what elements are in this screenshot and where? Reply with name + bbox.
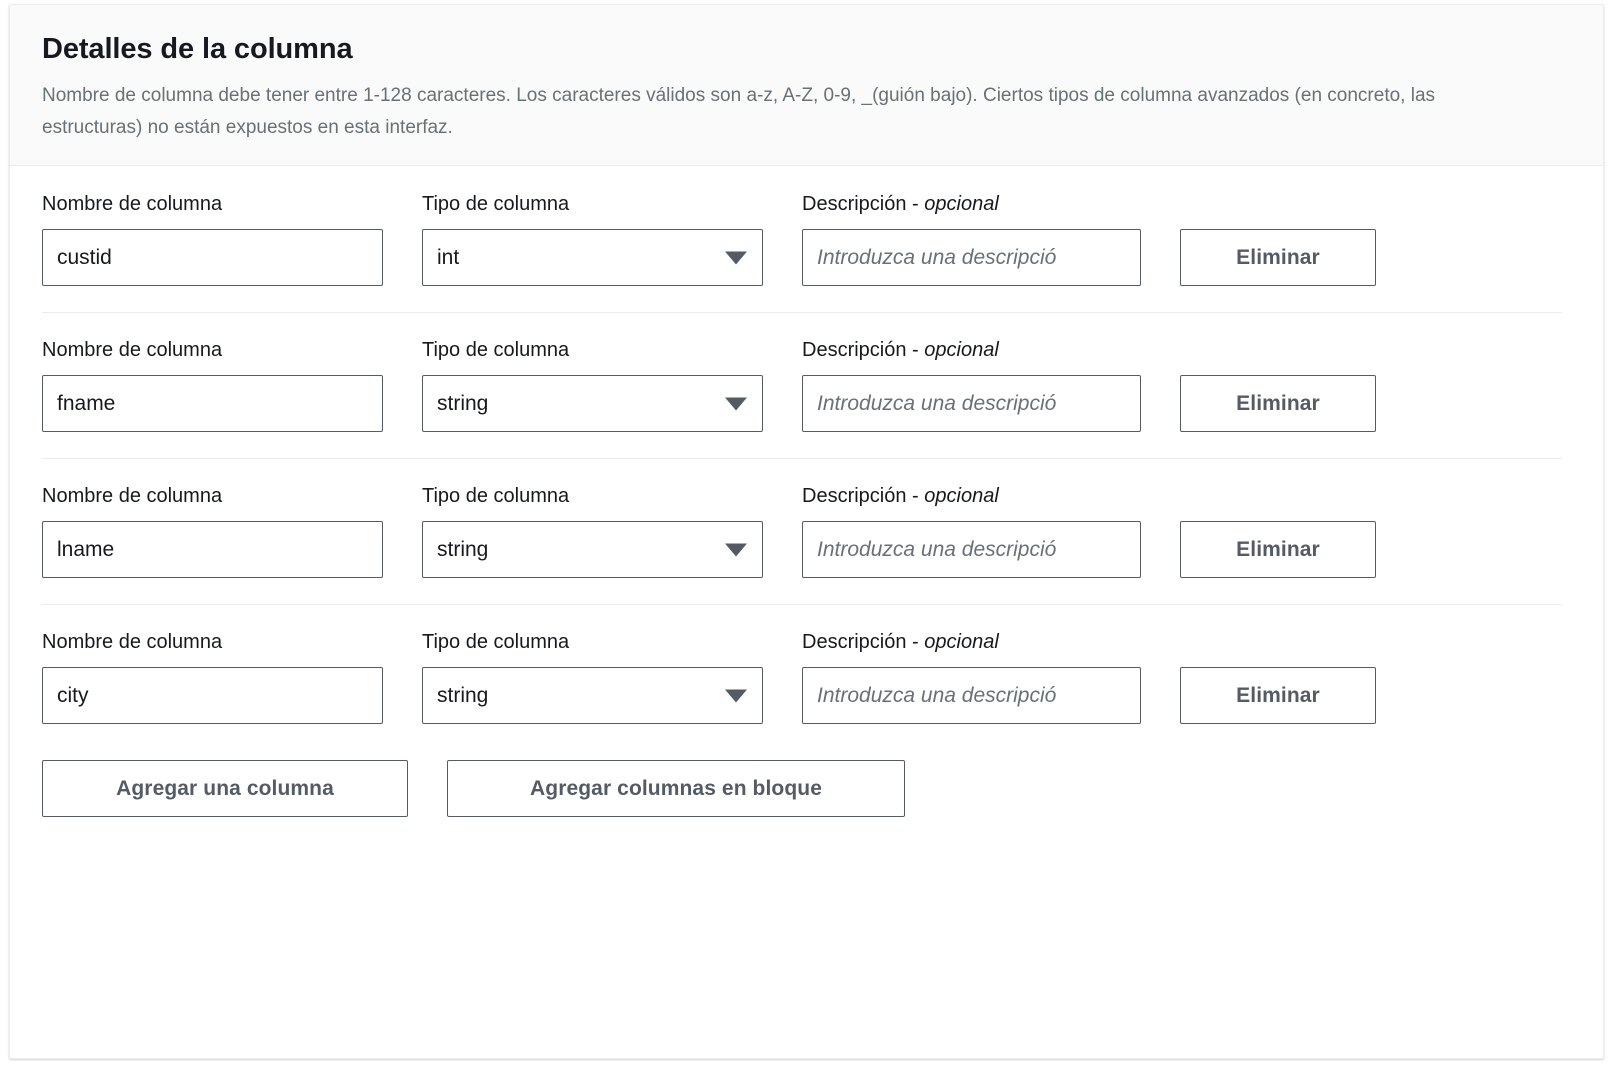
column-description-input[interactable] (802, 521, 1141, 579)
delete-column-button[interactable]: Eliminar (1180, 667, 1376, 725)
column-name-field-group: Nombre de columna (42, 338, 383, 433)
column-name-input[interactable] (42, 667, 383, 725)
column-type-field-group: Tipo de columna string (422, 484, 763, 579)
column-description-label: Descripción - opcional (802, 193, 999, 216)
page-root: Detalles de la columna Nombre de columna… (0, 0, 1614, 1072)
column-description-label: Descripción - opcional (802, 485, 999, 508)
column-details-panel: Detalles de la columna Nombre de columna… (9, 4, 1604, 1059)
column-type-select[interactable]: string (422, 521, 763, 579)
table-row: Nombre de columna Tipo de columna string… (10, 458, 1603, 604)
column-description-field-group: Descripción - opcional (802, 630, 1141, 725)
column-name-input[interactable] (42, 375, 383, 433)
column-type-select[interactable]: string (422, 667, 763, 725)
column-name-label: Nombre de columna (42, 631, 223, 654)
column-type-label: Tipo de columna (422, 485, 570, 508)
panel-header: Detalles de la columna Nombre de columna… (10, 5, 1603, 167)
column-type-select[interactable]: string (422, 375, 763, 433)
column-type-field-group: Tipo de columna int (422, 192, 763, 287)
column-name-input[interactable] (42, 229, 383, 287)
table-row: Nombre de columna Tipo de columna string… (10, 604, 1603, 750)
column-name-field-group: Nombre de columna (42, 484, 383, 579)
table-row: Nombre de columna Tipo de columna int De… (10, 166, 1603, 312)
column-description-field-group: Descripción - opcional (802, 484, 1141, 579)
column-description-input[interactable] (802, 229, 1141, 287)
column-name-label: Nombre de columna (42, 485, 223, 508)
column-description-field-group: Descripción - opcional (802, 192, 1141, 287)
column-type-label: Tipo de columna (422, 631, 570, 654)
column-rows-container: Nombre de columna Tipo de columna int De… (10, 166, 1603, 818)
column-type-field-group: Tipo de columna string (422, 338, 763, 433)
page-title: Detalles de la columna (42, 33, 353, 65)
column-name-label: Nombre de columna (42, 339, 223, 362)
column-name-label: Nombre de columna (42, 193, 223, 216)
column-type-field-group: Tipo de columna string (422, 630, 763, 725)
column-description-field-group: Descripción - opcional (802, 338, 1141, 433)
delete-column-button[interactable]: Eliminar (1180, 521, 1376, 579)
column-name-field-group: Nombre de columna (42, 630, 383, 725)
table-row: Nombre de columna Tipo de columna string… (10, 312, 1603, 458)
column-description-input[interactable] (802, 375, 1141, 433)
column-type-label: Tipo de columna (422, 193, 570, 216)
column-type-label: Tipo de columna (422, 339, 570, 362)
panel-description: Nombre de columna debe tener entre 1-128… (42, 85, 1436, 138)
row-actions: Agregar una columna Agregar columnas en … (10, 750, 1603, 818)
delete-column-button[interactable]: Eliminar (1180, 229, 1376, 287)
column-name-field-group: Nombre de columna (42, 192, 383, 287)
add-column-button[interactable]: Agregar una columna (42, 760, 408, 818)
column-type-select[interactable]: int (422, 229, 763, 287)
column-description-label: Descripción - opcional (802, 339, 999, 362)
delete-column-button[interactable]: Eliminar (1180, 375, 1376, 433)
add-columns-bulk-button[interactable]: Agregar columnas en bloque (447, 760, 905, 818)
column-description-input[interactable] (802, 667, 1141, 725)
column-description-label: Descripción - opcional (802, 631, 999, 654)
column-name-input[interactable] (42, 521, 383, 579)
